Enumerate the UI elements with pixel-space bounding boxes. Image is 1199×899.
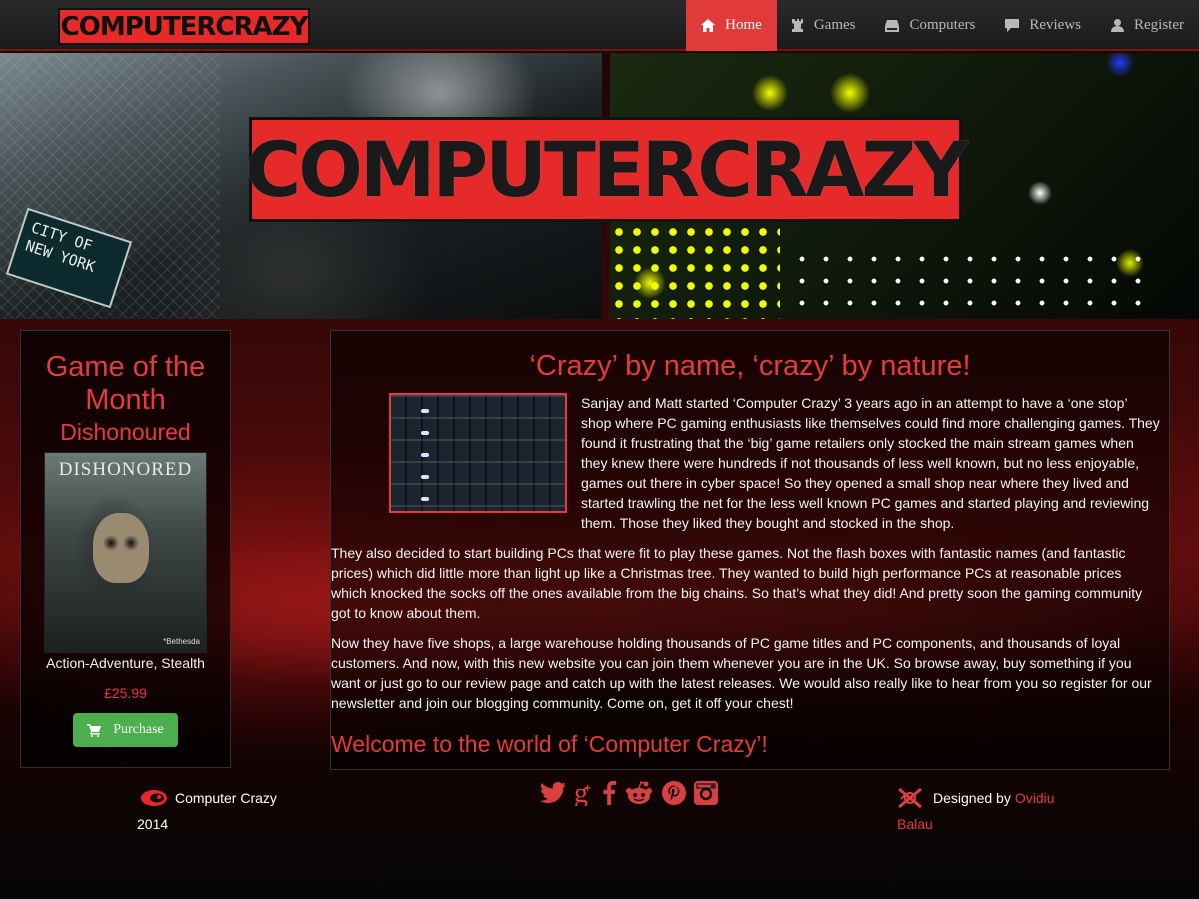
footer-credits: Designed by Ovidiu Balau — [897, 785, 1087, 837]
city-sign-text: CITY OF NEW YORK — [23, 218, 98, 276]
cover-title: DISHONORED — [58, 459, 193, 480]
rook-icon — [791, 19, 803, 32]
welcome-heading: Welcome to the world of ‘Computer Crazy’… — [331, 731, 768, 757]
about-heading: ‘Crazy’ by name, ‘crazy’ by nature! — [529, 350, 971, 382]
image-spacer — [331, 393, 581, 523]
shopping-cart-icon — [87, 723, 102, 737]
nav-item-label: Home — [725, 17, 762, 33]
credits-row: Designed by Ovidiu — [897, 785, 1087, 811]
about-paragraph: Now they have five shops, a large wareho… — [331, 635, 1152, 711]
game-of-month-heading: Game of the Month — [45, 351, 206, 416]
purchase-button[interactable]: Purchase — [73, 713, 178, 747]
nav-item-label: Reviews — [1029, 17, 1081, 33]
cover-mask-figure — [93, 513, 149, 583]
user-icon — [1111, 19, 1124, 32]
nav-item-register[interactable]: Register — [1096, 0, 1199, 51]
designed-by-label: Designed by — [933, 790, 1011, 806]
designer-link[interactable]: Ovidiu — [1015, 785, 1055, 811]
computer-crazy-logo-icon — [141, 790, 167, 806]
cover-publisher: *Bethesda — [163, 637, 200, 646]
footer-year: 2014 — [137, 816, 169, 832]
about-paragraph: They also decided to start building PCs … — [331, 545, 1143, 621]
hero-logo: COMPUTERCRAZY — [246, 117, 968, 222]
main-nav: Home Games Computers Reviews Register — [686, 0, 1199, 51]
hdd-icon — [885, 19, 900, 32]
nav-item-label: Computers — [909, 17, 976, 33]
svg-text:+: + — [584, 781, 591, 795]
hero-banner: CITY OF NEW YORK COMPUTERCRAZY — [0, 53, 1199, 319]
comment-icon — [1005, 19, 1020, 32]
instagram-icon[interactable] — [694, 781, 718, 805]
game-cover-image[interactable]: DISHONORED *Bethesda — [44, 452, 207, 653]
footer-company-name: Computer Crazy — [175, 790, 277, 806]
pinterest-icon[interactable] — [662, 781, 686, 805]
designer-link-lastname[interactable]: Balau — [897, 811, 1087, 837]
circuit-lights — [790, 248, 1150, 308]
game-price: £25.99 — [104, 685, 147, 701]
nav-item-label: Games — [813, 17, 856, 33]
footer-company: Computer Crazy 2014 — [137, 785, 337, 837]
hero-logo-text: COMPUTERCRAZY — [245, 124, 969, 214]
brand-logo-text: COMPUTERCRAZY — [60, 11, 309, 42]
purchase-label: Purchase — [113, 722, 164, 737]
twitter-icon[interactable] — [540, 782, 566, 804]
circuit-dots — [610, 223, 780, 319]
navbar: COMPUTERCRAZY Home Games Computers Revie… — [0, 0, 1199, 51]
home-icon — [701, 19, 716, 32]
game-genre: Action-Adventure, Stealth — [46, 655, 205, 671]
nav-item-home[interactable]: Home — [686, 0, 777, 51]
about-text: Sanjay and Matt started ‘Computer Crazy’… — [331, 393, 1169, 723]
facebook-icon[interactable] — [602, 781, 616, 805]
nav-item-computers[interactable]: Computers — [870, 0, 990, 51]
nav-item-games[interactable]: Games — [777, 0, 871, 51]
reddit-icon[interactable] — [624, 781, 654, 805]
brand-logo[interactable]: COMPUTERCRAZY — [58, 8, 310, 45]
game-of-month-panel: Game of the Month Dishonoured DISHONORED… — [20, 330, 231, 768]
nav-item-reviews[interactable]: Reviews — [990, 0, 1096, 51]
about-panel: ‘Crazy’ by name, ‘crazy’ by nature! Sanj… — [330, 330, 1170, 770]
google-plus-icon[interactable]: g+ — [574, 780, 594, 806]
game-title: Dishonoured — [60, 419, 191, 445]
social-links: g + — [540, 778, 726, 808]
footer-logo-row: Computer Crazy — [137, 785, 337, 811]
nav-item-label: Register — [1134, 17, 1184, 33]
designer-logo-icon — [898, 787, 922, 809]
